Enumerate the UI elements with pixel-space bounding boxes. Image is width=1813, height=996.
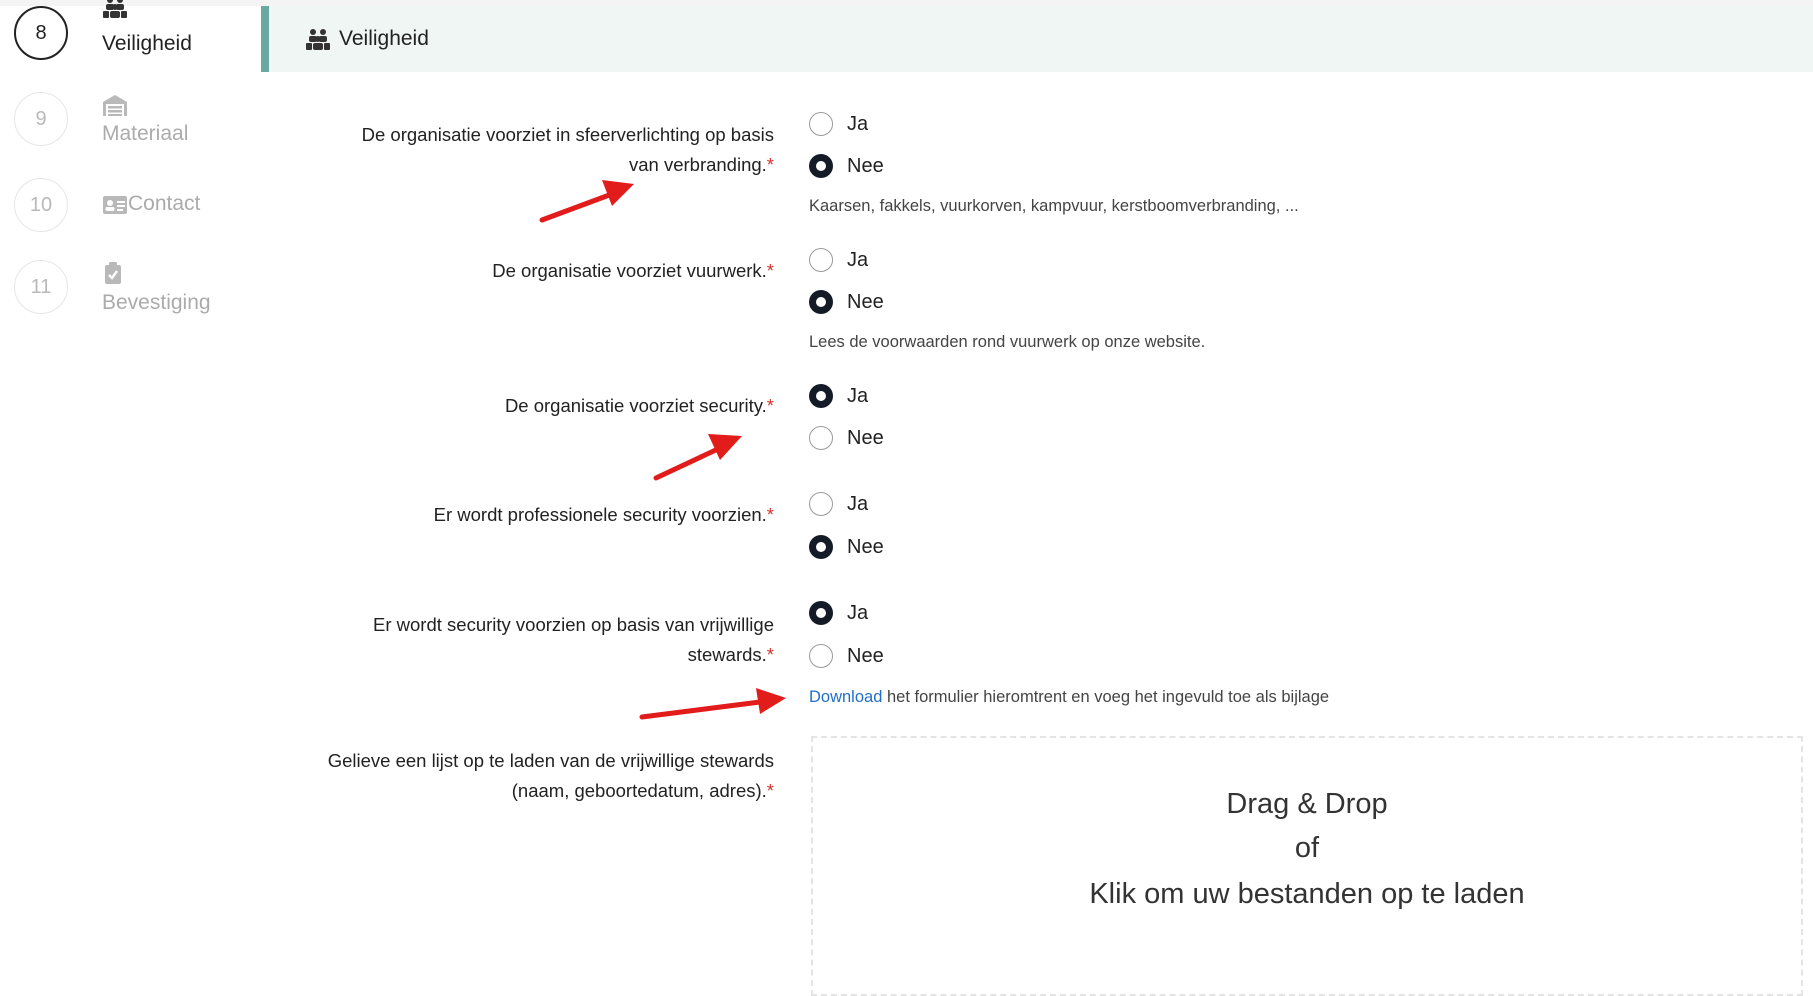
radio-circle[interactable] bbox=[809, 154, 833, 178]
annotation-arrow-3 bbox=[639, 688, 786, 720]
question-label-professionele-security: Er wordt professionele security voorzien… bbox=[433, 504, 774, 525]
step-bevestiging[interactable]: 11 Bevestiging bbox=[0, 260, 262, 340]
clipboard-check-icon bbox=[105, 262, 121, 284]
step-number-circle: 8 bbox=[14, 6, 68, 60]
radio-circle[interactable] bbox=[809, 426, 833, 450]
file-dropzone[interactable]: Drag & Drop of Klik om uw bestanden op t… bbox=[811, 736, 1803, 996]
radio-vuurwerk-nee[interactable]: Nee bbox=[809, 287, 884, 317]
people-group-icon bbox=[103, 0, 127, 18]
hint-vuurwerk: Lees de voorwaarden rond vuurwerk op onz… bbox=[809, 333, 1206, 351]
radio-security-ja[interactable]: Ja bbox=[809, 381, 868, 411]
annotation-arrow-1 bbox=[539, 180, 634, 223]
question-label-security: De organisatie voorziet security.* bbox=[504, 395, 774, 416]
radio-vrijwillige-stewards-nee[interactable]: Nee bbox=[809, 641, 884, 671]
step-label: Materiaal bbox=[102, 122, 189, 145]
radio-vuurwerk-ja[interactable]: Ja bbox=[809, 245, 868, 275]
step-label: Veiligheid bbox=[102, 32, 192, 55]
section-title: Veiligheid bbox=[339, 27, 429, 50]
annotation-arrow-2 bbox=[653, 434, 742, 481]
required-marker: * bbox=[766, 504, 774, 525]
question-label-vrijwillige-stewards: Er wordt security voorzien op basis van … bbox=[373, 614, 774, 665]
radio-sfeerverlichting-nee[interactable]: Nee bbox=[809, 151, 884, 181]
dropzone-title: Drag & Drop bbox=[1226, 788, 1388, 820]
contact-card-icon bbox=[103, 196, 127, 214]
step-contact[interactable]: 10 Contact bbox=[0, 178, 262, 258]
dropzone-instruction: Klik om uw bestanden op te laden bbox=[1089, 878, 1525, 910]
step-label: Contact bbox=[128, 192, 201, 215]
question-label-vuurwerk: De organisatie voorziet vuurwerk.* bbox=[492, 260, 774, 281]
radio-circle[interactable] bbox=[809, 290, 833, 314]
radio-professionele-security-nee[interactable]: Nee bbox=[809, 532, 884, 562]
step-number-circle: 10 bbox=[14, 178, 68, 232]
hint-sfeerverlichting: Kaarsen, fakkels, vuurkorven, kampvuur, … bbox=[809, 197, 1299, 215]
required-marker: * bbox=[766, 644, 774, 665]
radio-circle[interactable] bbox=[809, 384, 833, 408]
question-label-stewards-lijst: Gelieve een lijst op te laden van de vri… bbox=[327, 750, 774, 801]
question-label-sfeerverlichting: De organisatie voorziet in sfeerverlicht… bbox=[361, 124, 774, 175]
step-materiaal[interactable]: 9 Materiaal bbox=[0, 92, 262, 172]
required-marker: * bbox=[766, 154, 774, 175]
warehouse-icon bbox=[103, 95, 127, 116]
step-number-circle: 9 bbox=[14, 92, 68, 146]
radio-circle[interactable] bbox=[809, 112, 833, 136]
download-link[interactable]: Download bbox=[809, 688, 882, 706]
dropzone-or: of bbox=[1294, 832, 1320, 864]
radio-vrijwillige-stewards-ja[interactable]: Ja bbox=[809, 598, 868, 628]
people-group-icon bbox=[306, 29, 330, 50]
radio-circle[interactable] bbox=[809, 492, 833, 516]
step-label: Bevestiging bbox=[102, 291, 211, 314]
radio-circle[interactable] bbox=[809, 248, 833, 272]
radio-circle[interactable] bbox=[809, 601, 833, 625]
required-marker: * bbox=[766, 260, 774, 281]
step-veiligheid[interactable]: 8 Veiligheid bbox=[0, 0, 262, 74]
radio-security-nee[interactable]: Nee bbox=[809, 423, 884, 453]
hint-vrijwillige-stewards: Download het formulier hieromtrent en vo… bbox=[809, 688, 1330, 706]
required-marker: * bbox=[766, 395, 774, 416]
section-header: Veiligheid bbox=[261, 6, 1813, 72]
radio-professionele-security-ja[interactable]: Ja bbox=[809, 489, 868, 519]
radio-circle[interactable] bbox=[809, 535, 833, 559]
required-marker: * bbox=[766, 780, 774, 801]
step-number-circle: 11 bbox=[14, 260, 68, 314]
radio-circle[interactable] bbox=[809, 644, 833, 668]
radio-sfeerverlichting-ja[interactable]: Ja bbox=[809, 109, 868, 139]
